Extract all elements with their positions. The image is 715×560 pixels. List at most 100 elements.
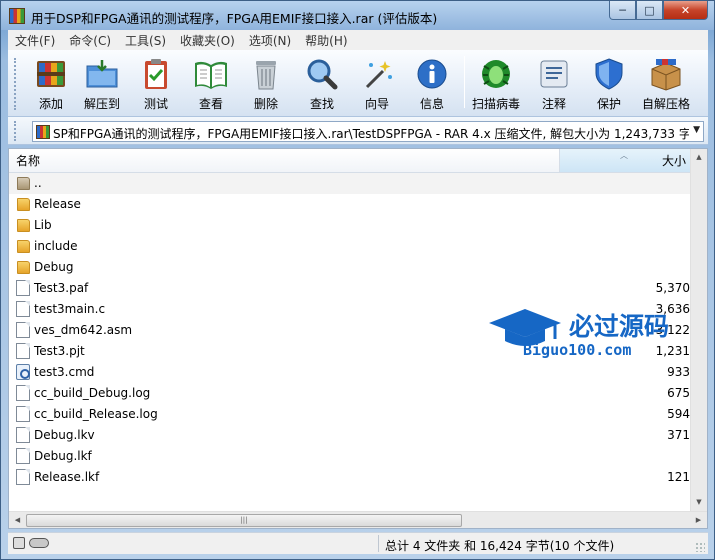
watermark: 必过源码 Biguo100.com (485, 301, 695, 361)
extract-to-button[interactable]: 解压到 (75, 54, 129, 112)
menu-favorites[interactable]: 收藏夹(O) (173, 32, 242, 49)
file-icon (16, 343, 30, 359)
horizontal-scrollbar[interactable]: ◀ ||| ▶ (9, 511, 707, 528)
resize-grip-icon[interactable] (695, 542, 705, 552)
watermark-brand: 必过源码 (569, 312, 669, 341)
file-name: ves_dm642.asm (34, 323, 133, 337)
file-name: cc_build_Debug.log (34, 386, 151, 400)
scroll-right-button[interactable]: ▶ (690, 512, 707, 529)
file-name: Test3.pjt (34, 344, 85, 358)
file-row[interactable]: Test3.paf 5,370 (9, 278, 691, 299)
status-summary: 总计 4 文件夹 和 16,424 字节(10 个文件) (385, 539, 615, 553)
file-name: Debug.lkv (34, 428, 95, 442)
address-grip[interactable] (14, 121, 32, 141)
column-header: 名称 ︿ 大小 (9, 149, 691, 173)
info-button[interactable]: 信息 (405, 54, 459, 112)
file-size: 121 (667, 470, 690, 484)
winrar-app-icon[interactable] (9, 8, 25, 24)
scan-virus-button[interactable]: 扫描病毒 (469, 54, 523, 112)
parent-folder-icon (17, 177, 30, 190)
path-dropdown-icon[interactable]: ▼ (693, 125, 700, 135)
comment-button[interactable]: 注释 (527, 54, 581, 112)
virus-scan-icon (478, 57, 514, 91)
file-name: Test3.paf (34, 281, 89, 295)
add-button[interactable]: 添加 (24, 54, 78, 112)
menu-file[interactable]: 文件(F) (8, 32, 62, 49)
file-size: 371 (667, 428, 690, 442)
extract-to-label: 解压到 (83, 97, 120, 111)
connection-icon[interactable] (29, 538, 49, 548)
sfx-button[interactable]: 自解压格 (639, 54, 693, 112)
column-name[interactable]: 名称 (9, 149, 560, 172)
find-label: 查找 (309, 97, 334, 111)
protect-label: 保护 (596, 97, 621, 111)
scroll-thumb[interactable]: ||| (26, 514, 462, 527)
file-icon (16, 301, 30, 317)
toolbar: 添加 解压到 测试 查看 删除 查找 向导 信息 扫描病毒 注释 保护 自解压格 (8, 50, 708, 117)
file-row[interactable]: Release (9, 194, 691, 215)
file-row[interactable]: Debug.lkf (9, 446, 691, 467)
folder-icon (17, 240, 30, 253)
scroll-down-button[interactable]: ▼ (691, 494, 707, 511)
file-name: Release (34, 197, 81, 211)
file-row[interactable]: include (9, 236, 691, 257)
winrar-window: 用于DSP和FPGA通讯的测试程序，FPGA用EMIF接口接入.rar (评估版… (0, 0, 715, 560)
protect-button[interactable]: 保护 (582, 54, 636, 112)
file-icon (16, 406, 30, 422)
archive-icon (36, 125, 50, 139)
menu-tools[interactable]: 工具(S) (118, 32, 173, 49)
file-row[interactable]: test3.cmd 933 (9, 362, 691, 383)
file-row[interactable]: cc_build_Debug.log 675 (9, 383, 691, 404)
wizard-label: 向导 (364, 97, 389, 111)
menu-commands[interactable]: 命令(C) (62, 32, 118, 49)
window-controls: ─ □ ✕ (609, 1, 708, 21)
file-row[interactable]: Debug (9, 257, 691, 278)
watermark-domain: Biguo100.com (523, 341, 631, 359)
test-button[interactable]: 测试 (129, 54, 183, 112)
close-button[interactable]: ✕ (663, 1, 708, 20)
file-name: Debug (34, 260, 74, 274)
shield-icon (591, 57, 627, 91)
test-clipboard-icon (138, 57, 174, 91)
scroll-up-button[interactable]: ▲ (691, 149, 707, 166)
trash-icon (248, 57, 284, 91)
file-size: 5,370 (655, 281, 690, 295)
extract-folder-icon (84, 57, 120, 91)
address-bar: SP和FPGA通讯的测试程序，FPGA用EMIF接口接入.rar\TestDSP… (8, 117, 708, 145)
menu-options[interactable]: 选项(N) (242, 32, 298, 49)
file-icon (16, 469, 30, 485)
file-icon (16, 427, 30, 443)
file-name: test3main.c (34, 302, 106, 316)
file-name: Lib (34, 218, 52, 232)
file-row[interactable]: Debug.lkv 371 (9, 425, 691, 446)
maximize-button[interactable]: □ (636, 1, 663, 20)
find-button[interactable]: 查找 (295, 54, 349, 112)
column-size-label: 大小 (661, 154, 686, 168)
toolbar-grip[interactable] (14, 58, 18, 110)
file-row[interactable]: .. (9, 173, 691, 194)
wizard-button[interactable]: 向导 (350, 54, 404, 112)
file-name: Debug.lkf (34, 449, 92, 463)
file-size: 594 (667, 407, 690, 421)
minimize-button[interactable]: ─ (609, 1, 636, 20)
menu-help[interactable]: 帮助(H) (298, 32, 354, 49)
view-button[interactable]: 查看 (184, 54, 238, 112)
file-row[interactable]: cc_build_Release.log 594 (9, 404, 691, 425)
sfx-box-icon (648, 57, 684, 91)
add-label: 添加 (38, 97, 63, 111)
scroll-left-button[interactable]: ◀ (9, 512, 26, 529)
file-size: 933 (667, 365, 690, 379)
file-name: test3.cmd (34, 365, 95, 379)
delete-button[interactable]: 删除 (239, 54, 293, 112)
drive-icon[interactable] (13, 537, 25, 549)
file-row[interactable]: Release.lkf 121 (9, 467, 691, 488)
command-file-icon (16, 364, 30, 380)
toolbar-separator (464, 56, 465, 108)
window-title: 用于DSP和FPGA通讯的测试程序，FPGA用EMIF接口接入.rar (评估版… (31, 11, 438, 26)
path-field[interactable]: SP和FPGA通讯的测试程序，FPGA用EMIF接口接入.rar\TestDSP… (32, 121, 704, 142)
title-bar[interactable]: 用于DSP和FPGA通讯的测试程序，FPGA用EMIF接口接入.rar (评估版… (1, 1, 714, 30)
comment-label: 注释 (541, 97, 566, 111)
file-row[interactable]: Lib (9, 215, 691, 236)
delete-label: 删除 (253, 97, 278, 111)
column-size[interactable]: ︿ 大小 (560, 149, 691, 172)
